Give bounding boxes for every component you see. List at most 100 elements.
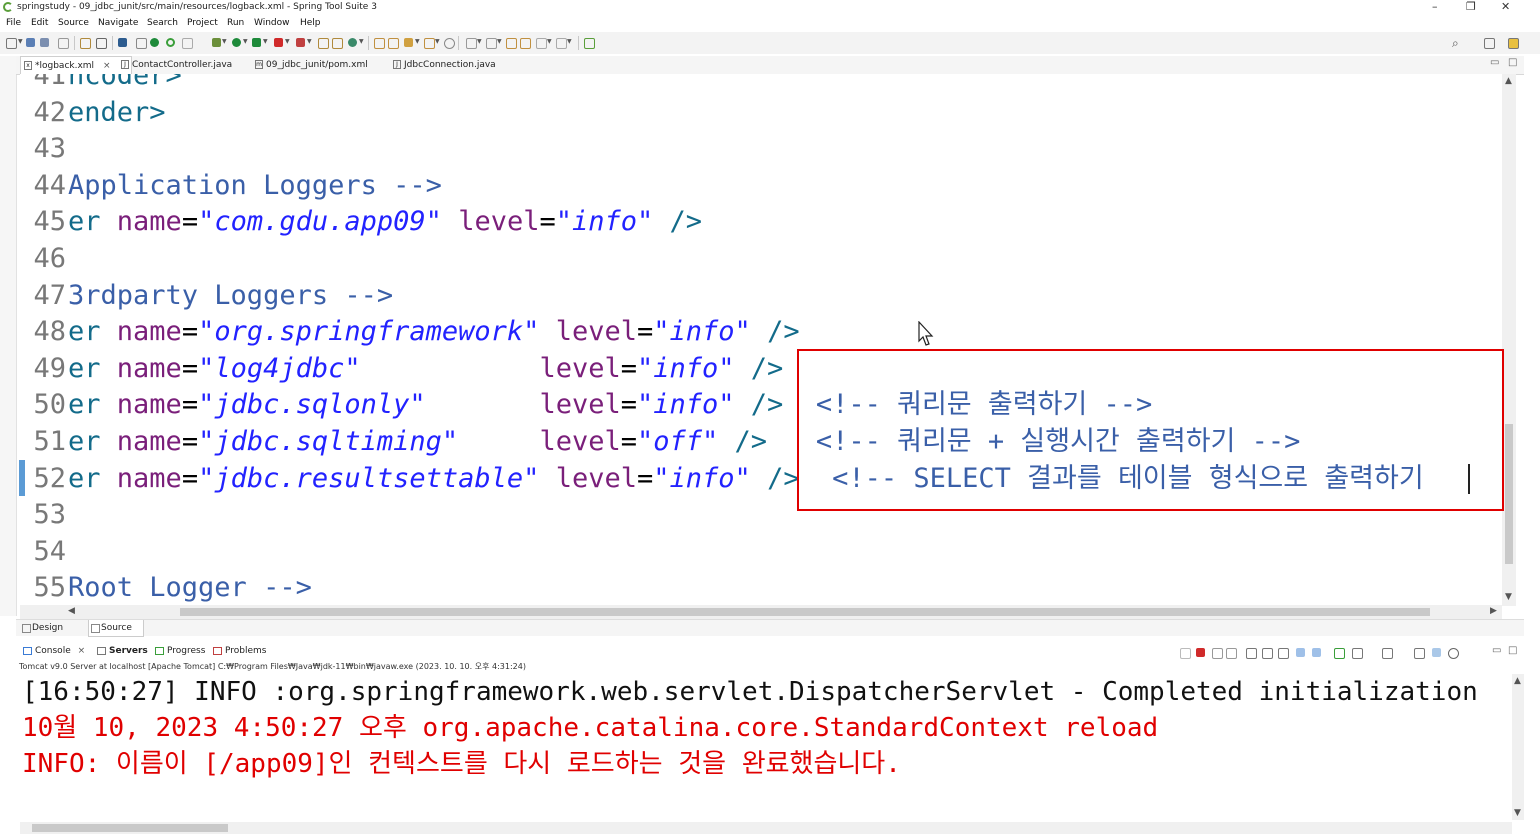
tab-console[interactable]: Console × (22, 644, 85, 658)
spring-perspective-icon[interactable] (1508, 38, 1519, 49)
scroll-thumb[interactable] (1505, 424, 1513, 564)
run-icon[interactable] (232, 38, 241, 47)
scroll-right-icon[interactable]: ▶ (1490, 606, 1497, 616)
new-package-icon[interactable] (332, 38, 343, 49)
scroll-down-icon[interactable]: ▼ (1505, 592, 1512, 602)
minimize-view-icon[interactable]: ▭ (1492, 645, 1501, 656)
scroll-up-icon[interactable]: ▲ (1505, 76, 1512, 86)
refresh-icon[interactable] (166, 38, 175, 47)
menu-window[interactable]: Window (254, 18, 290, 28)
back-icon[interactable] (520, 38, 531, 49)
console-output[interactable]: [16:50:27] INFO :org.springframework.web… (20, 674, 1502, 820)
tab-progress[interactable]: Progress (154, 644, 205, 658)
link-icon[interactable] (1432, 648, 1441, 657)
previous-annotation-icon[interactable] (486, 38, 497, 49)
scroll-thumb[interactable] (180, 608, 1430, 616)
terminate-icon[interactable] (1196, 648, 1205, 657)
new-icon[interactable] (6, 38, 17, 49)
skip-breakpoints-icon[interactable] (136, 38, 147, 49)
save-all-icon[interactable] (40, 38, 49, 47)
scroll-thumb[interactable] (32, 824, 228, 832)
maximize-view-icon[interactable]: □ (1508, 645, 1517, 656)
remove-all-icon[interactable] (1226, 648, 1237, 659)
tab-servers[interactable]: Servers (96, 644, 148, 658)
last-edit-icon[interactable] (506, 38, 517, 49)
pin-console-icon[interactable] (1334, 648, 1345, 659)
restore-button[interactable]: ❐ (1466, 0, 1476, 13)
tab-pom-xml[interactable]: m 09_jdbc_junit/pom.xml (252, 56, 386, 74)
menu-navigate[interactable]: Navigate (98, 18, 138, 28)
save-icon[interactable] (26, 38, 35, 47)
display-console-icon[interactable] (1352, 648, 1363, 659)
remove-launch-icon[interactable] (1212, 648, 1223, 659)
new-class-icon[interactable] (348, 38, 357, 47)
close-window-button[interactable]: ✕ (1501, 0, 1510, 13)
console-line: [16:50:27] INFO :org.springframework.web… (22, 677, 1478, 707)
clear-console-icon[interactable] (1246, 648, 1257, 659)
scroll-down-icon[interactable]: ▼ (1514, 808, 1521, 818)
forward-icon[interactable] (536, 38, 547, 49)
code-token: name (116, 206, 182, 237)
menu-help[interactable]: Help (300, 18, 321, 28)
tab-source[interactable]: Source (88, 620, 144, 637)
menu-edit[interactable]: Edit (31, 18, 48, 28)
open-type-icon[interactable] (374, 38, 385, 49)
progress-icon (155, 647, 164, 655)
tab-logback-xml[interactable]: x *logback.xml × (20, 56, 132, 75)
scroll-lock-icon[interactable] (1262, 648, 1273, 659)
toggle-mark-icon[interactable] (424, 38, 435, 49)
print-icon[interactable] (58, 38, 69, 49)
search-tool-icon[interactable] (404, 38, 413, 47)
open-task-icon[interactable] (388, 38, 399, 49)
scroll-up-icon[interactable]: ▲ (1514, 676, 1521, 686)
console-vertical-scrollbar[interactable]: ▲ ▼ (1512, 674, 1524, 820)
minimize-button[interactable]: – (1432, 0, 1438, 13)
next-annotation-icon[interactable] (466, 38, 477, 49)
menu-project[interactable]: Project (187, 18, 218, 28)
code-token: level (555, 316, 637, 347)
editor-vertical-scrollbar[interactable]: ▲ ▼ (1502, 74, 1516, 606)
globe-icon[interactable] (444, 38, 455, 49)
line-number: 46 (33, 243, 66, 274)
scroll-left-icon[interactable]: ◀ (68, 606, 75, 616)
terminal-icon[interactable] (96, 38, 107, 49)
minimize-editor-icon[interactable]: ▭ (1490, 57, 1499, 68)
restart-icon[interactable] (1180, 648, 1191, 659)
external-tools-icon[interactable] (296, 38, 305, 47)
menu-source[interactable]: Source (58, 18, 89, 28)
open-console-icon[interactable] (118, 38, 127, 47)
word-wrap-icon[interactable] (1278, 648, 1289, 659)
console-line: 10월 10, 2023 4:50:27 오후 org.apache.catal… (22, 713, 1159, 743)
perspective-icon[interactable] (1484, 38, 1495, 49)
navigate-forward-icon[interactable] (556, 38, 567, 49)
debug-icon[interactable] (212, 38, 221, 47)
tab-design[interactable]: Design (20, 620, 80, 636)
code-token: er (68, 463, 117, 494)
console-horizontal-scrollbar[interactable] (20, 822, 1512, 834)
editor-horizontal-scrollbar[interactable]: ◀ ▶ (20, 605, 1502, 619)
new-java-project-icon[interactable] (318, 38, 329, 49)
close-tab-icon[interactable]: × (78, 646, 86, 656)
search-icon[interactable]: ⌕ (1452, 36, 1459, 51)
menu-run[interactable]: Run (227, 18, 244, 28)
menu-search[interactable]: Search (147, 18, 178, 28)
menu-file[interactable]: File (6, 18, 21, 28)
publish-icon[interactable] (182, 38, 193, 49)
code-editor[interactable]: 41 ncoder> 42 ender> 43 44 Application Loggers… (20, 74, 1502, 606)
tab-contact-controller[interactable]: J ContactController.java (118, 56, 252, 74)
show-on-stdout-icon[interactable] (1296, 648, 1305, 657)
gear-icon[interactable] (1448, 648, 1459, 659)
tab-problems[interactable]: Problems (212, 644, 266, 658)
line-number: 44 (33, 170, 66, 201)
show-on-stderr-icon[interactable] (1312, 648, 1321, 657)
close-tab-icon[interactable]: × (103, 61, 111, 71)
maximize-editor-icon[interactable]: □ (1508, 57, 1517, 68)
open-console-icon[interactable] (1382, 648, 1393, 659)
coverage-icon[interactable] (252, 38, 261, 47)
stop-icon[interactable] (274, 38, 283, 47)
build-icon[interactable] (80, 38, 91, 49)
open-perspective-icon[interactable] (584, 38, 595, 49)
console-menu-icon[interactable] (1414, 648, 1425, 659)
server-start-icon[interactable] (150, 38, 159, 47)
tab-jdbc-connection[interactable]: J JdbcConnection.java (390, 56, 514, 74)
